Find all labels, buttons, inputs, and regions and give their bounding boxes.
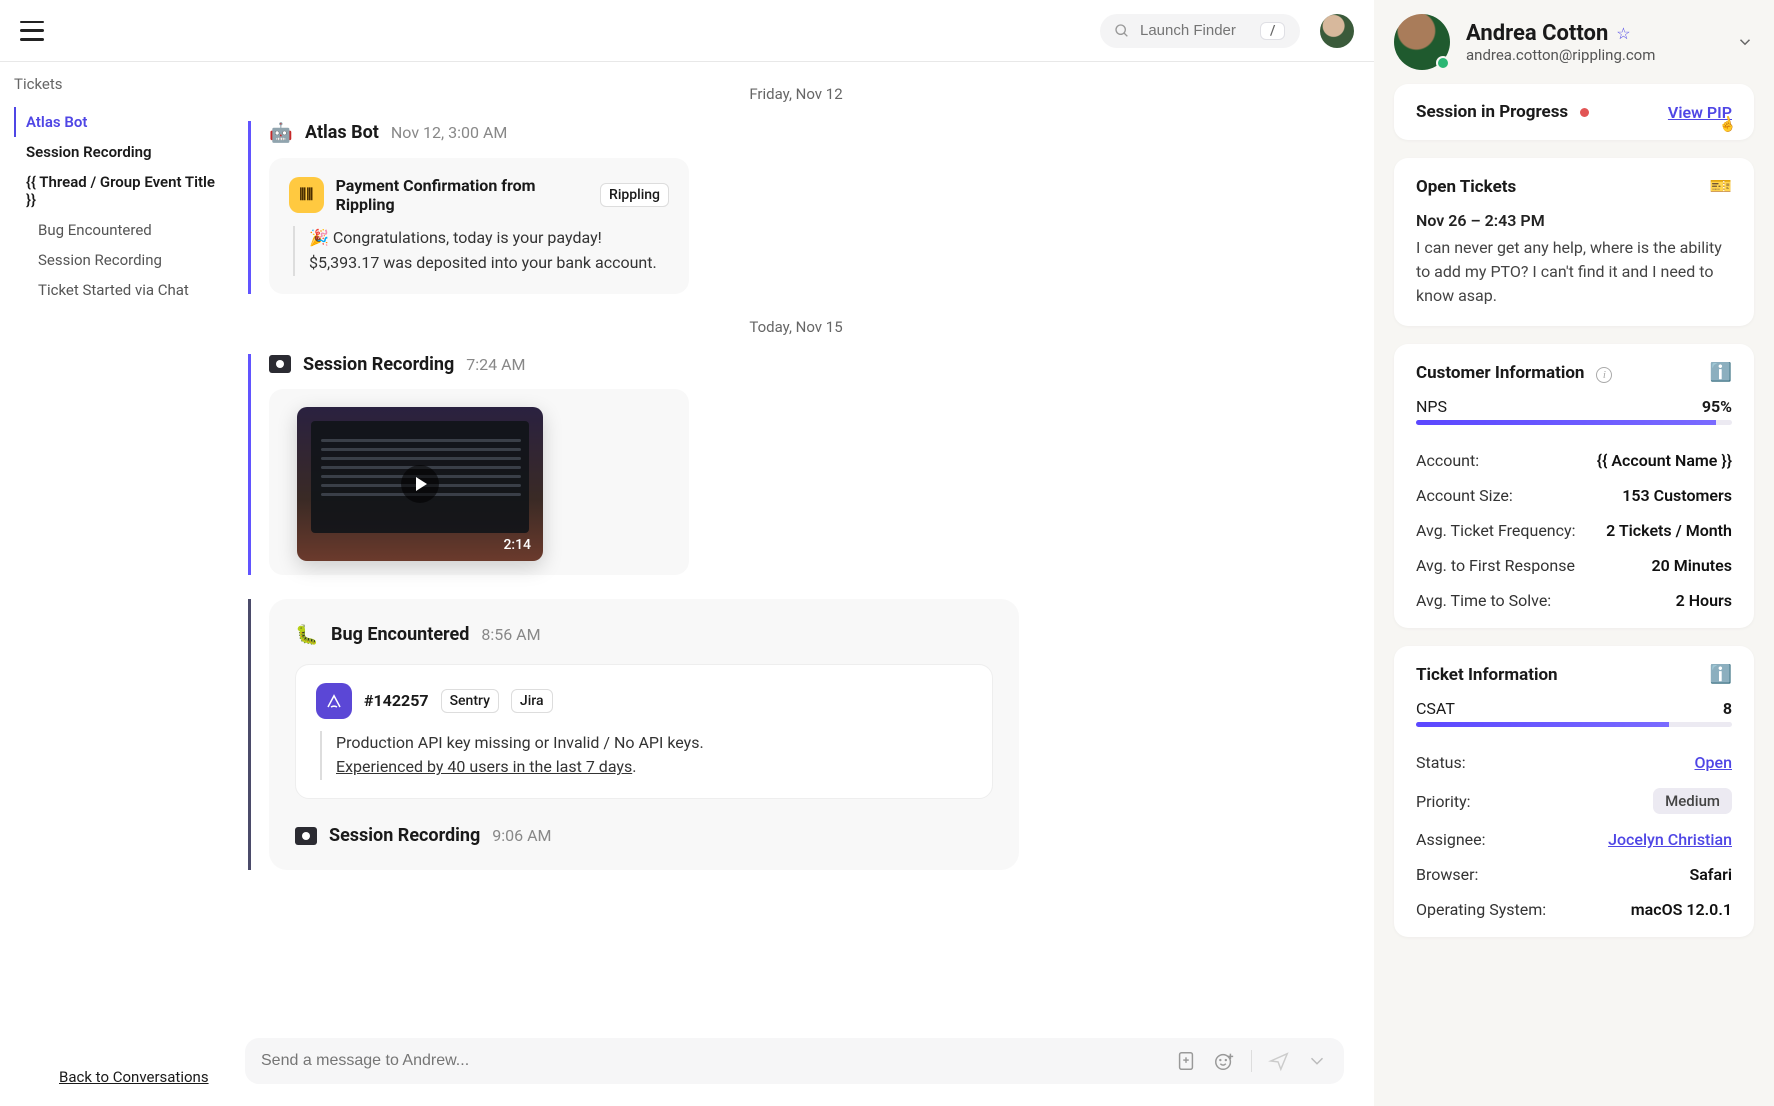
- search-input[interactable]: [1140, 22, 1250, 39]
- info-emoji-icon: ℹ️: [1710, 664, 1732, 685]
- chevron-down-icon[interactable]: [1736, 33, 1754, 51]
- current-user-avatar[interactable]: [1320, 14, 1354, 48]
- launch-finder[interactable]: /: [1100, 14, 1300, 48]
- recording-icon: [269, 355, 291, 373]
- kv-value: macOS 12.0.1: [1631, 900, 1732, 919]
- recording-icon: [295, 827, 317, 845]
- payment-card[interactable]: ⦀⦀ Payment Confirmation from Rippling Ri…: [269, 158, 689, 294]
- kv-key: Browser:: [1416, 865, 1478, 884]
- profile-email: andrea.cotton@rippling.com: [1466, 46, 1655, 64]
- status-link[interactable]: Open: [1695, 753, 1733, 772]
- thread-time: 7:24 AM: [466, 355, 525, 374]
- ticket-timestamp: Nov 26 – 2:43 PM: [1416, 211, 1732, 230]
- sentry-chip[interactable]: Sentry: [441, 689, 499, 713]
- assignee-link[interactable]: Jocelyn Christian: [1608, 830, 1732, 849]
- robot-icon: 🤖: [269, 121, 293, 144]
- sidebar-title: Tickets: [14, 75, 235, 93]
- bug-icon: 🐛: [295, 623, 319, 646]
- customer-info-title: Customer Information: [1416, 363, 1584, 383]
- ticket-body: I can never get any help, where is the a…: [1416, 236, 1732, 308]
- session-video-thumbnail[interactable]: 2:14: [297, 407, 543, 561]
- kv-key: Account:: [1416, 451, 1479, 470]
- composer-input[interactable]: [261, 1052, 1175, 1070]
- profile-name: Andrea Cotton: [1466, 21, 1608, 46]
- attach-file-icon[interactable]: [1175, 1050, 1197, 1072]
- kv-key: Avg. to First Response: [1416, 556, 1575, 575]
- info-emoji-icon: ℹ️: [1710, 362, 1732, 383]
- kv-key: Avg. Ticket Frequency:: [1416, 521, 1575, 540]
- kv-value: 20 Minutes: [1652, 556, 1733, 575]
- thread-title: Bug Encountered: [331, 624, 469, 645]
- view-pip-link[interactable]: View PIP: [1668, 103, 1732, 122]
- kv-key: Assignee:: [1416, 830, 1486, 849]
- kv-value: 2 Hours: [1676, 591, 1732, 610]
- rippling-chip: Rippling: [600, 183, 669, 207]
- card-line: 🎉 Congratulations, today is your payday!: [309, 226, 669, 251]
- sidebar-item-bug-encountered[interactable]: Bug Encountered: [14, 215, 235, 245]
- kv-value: 2 Tickets / Month: [1606, 521, 1732, 540]
- thread-title: Atlas Bot: [305, 122, 379, 143]
- search-icon: [1114, 23, 1130, 39]
- video-duration: 2:14: [503, 537, 531, 553]
- open-tickets-title: Open Tickets: [1416, 177, 1516, 197]
- sidebar-item-ticket-chat[interactable]: Ticket Started via Chat: [14, 275, 235, 305]
- date-divider: Today, Nov 15: [248, 318, 1344, 336]
- nps-value: 95%: [1702, 397, 1732, 416]
- date-divider: Friday, Nov 12: [248, 85, 1344, 103]
- divider: [1251, 1050, 1252, 1072]
- rippling-icon: ⦀⦀: [289, 177, 324, 213]
- kv-value: Safari: [1689, 865, 1732, 884]
- nps-label: NPS: [1416, 397, 1447, 416]
- card-line: $5,393.17 was deposited into your bank a…: [309, 251, 669, 276]
- jira-chip[interactable]: Jira: [511, 689, 553, 713]
- kv-key: Avg. Time to Solve:: [1416, 591, 1551, 610]
- send-icon[interactable]: [1268, 1050, 1290, 1072]
- kv-key: Operating System:: [1416, 900, 1546, 919]
- bug-id: #142257: [364, 691, 429, 710]
- thread-time: Nov 12, 3:00 AM: [391, 123, 507, 142]
- sidebar-item-atlas-bot[interactable]: Atlas Bot: [14, 107, 235, 137]
- kv-key: Account Size:: [1416, 486, 1513, 505]
- sidebar-item-session-recording[interactable]: Session Recording: [14, 137, 235, 167]
- session-title: Session in Progress: [1416, 102, 1568, 122]
- star-icon[interactable]: ☆: [1616, 24, 1630, 43]
- kv-key: Status:: [1416, 753, 1466, 772]
- message-composer[interactable]: [245, 1038, 1344, 1084]
- priority-badge: Medium: [1653, 788, 1732, 814]
- back-to-conversations-link[interactable]: Back to Conversations: [14, 1068, 209, 1086]
- chevron-down-icon[interactable]: [1306, 1050, 1328, 1072]
- menu-button[interactable]: [20, 21, 44, 41]
- thread-time: 8:56 AM: [481, 625, 540, 644]
- play-icon: [401, 465, 439, 503]
- bug-affected-link[interactable]: Experienced by 40 users in the last 7 da…: [336, 757, 632, 776]
- emoji-icon[interactable]: [1213, 1050, 1235, 1072]
- bug-line: Production API key missing or Invalid / …: [336, 731, 972, 756]
- thread-time: 9:06 AM: [492, 826, 551, 845]
- csat-label: CSAT: [1416, 699, 1455, 718]
- presence-indicator: [1436, 56, 1450, 70]
- profile-avatar[interactable]: [1394, 14, 1450, 70]
- kv-value: {{ Account Name }}: [1597, 451, 1732, 470]
- live-indicator: [1580, 108, 1589, 117]
- card-title: Payment Confirmation from Rippling: [336, 176, 588, 214]
- info-icon[interactable]: i: [1596, 367, 1612, 383]
- search-shortcut: /: [1260, 22, 1285, 40]
- thread-title: Session Recording: [329, 825, 480, 846]
- kv-value: 153 Customers: [1622, 486, 1732, 505]
- sidebar-item-session-recording-2[interactable]: Session Recording: [14, 245, 235, 275]
- sentry-icon: [316, 683, 352, 719]
- ticket-info-title: Ticket Information: [1416, 665, 1558, 685]
- csat-value: 8: [1723, 699, 1732, 718]
- bug-card[interactable]: #142257 Sentry Jira Production API key m…: [295, 664, 993, 800]
- ticket-icon: 🎫: [1710, 176, 1732, 197]
- sidebar-item-thread-title[interactable]: {{ Thread / Group Event Title }}: [14, 167, 235, 215]
- thread-title: Session Recording: [303, 354, 454, 375]
- kv-key: Priority:: [1416, 792, 1471, 811]
